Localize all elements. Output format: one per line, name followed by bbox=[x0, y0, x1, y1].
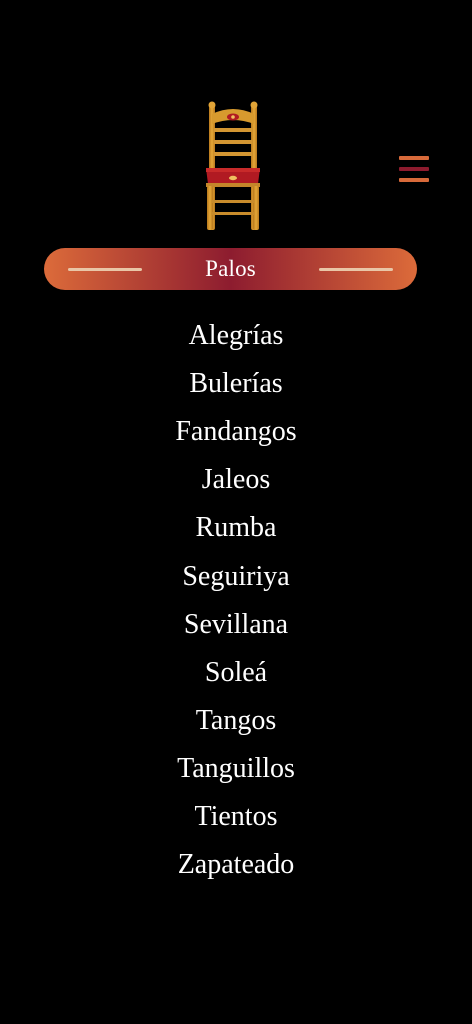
flamenco-chair-icon bbox=[200, 100, 266, 234]
menu-bar-top bbox=[399, 156, 429, 160]
palo-item-fandangos[interactable]: Fandangos bbox=[0, 408, 472, 456]
menu-bar-bottom bbox=[399, 178, 429, 182]
palo-item-tangos[interactable]: Tangos bbox=[0, 697, 472, 745]
section-header: Palos bbox=[44, 248, 417, 290]
palo-item-rumba[interactable]: Rumba bbox=[0, 504, 472, 552]
header-divider-right bbox=[319, 268, 393, 271]
page-title: Palos bbox=[205, 256, 256, 281]
palo-item-tientos[interactable]: Tientos bbox=[0, 793, 472, 841]
palo-item-tanguillos[interactable]: Tanguillos bbox=[0, 745, 472, 793]
palo-item-sevillana[interactable]: Sevillana bbox=[0, 601, 472, 649]
palo-item-seguiriya[interactable]: Seguiriya bbox=[0, 552, 472, 600]
palo-item-alegrias[interactable]: Alegrías bbox=[0, 312, 472, 360]
palo-item-solea[interactable]: Soleá bbox=[0, 649, 472, 697]
menu-bar-middle bbox=[399, 167, 429, 171]
palo-item-bulerias[interactable]: Bulerías bbox=[0, 360, 472, 408]
palo-item-zapateado[interactable]: Zapateado bbox=[0, 841, 472, 889]
menu-button[interactable] bbox=[396, 153, 432, 187]
palo-item-jaleos[interactable]: Jaleos bbox=[0, 456, 472, 504]
header-divider-left bbox=[68, 268, 142, 271]
palos-list: Alegrías Bulerías Fandangos Jaleos Rumba… bbox=[0, 312, 472, 889]
